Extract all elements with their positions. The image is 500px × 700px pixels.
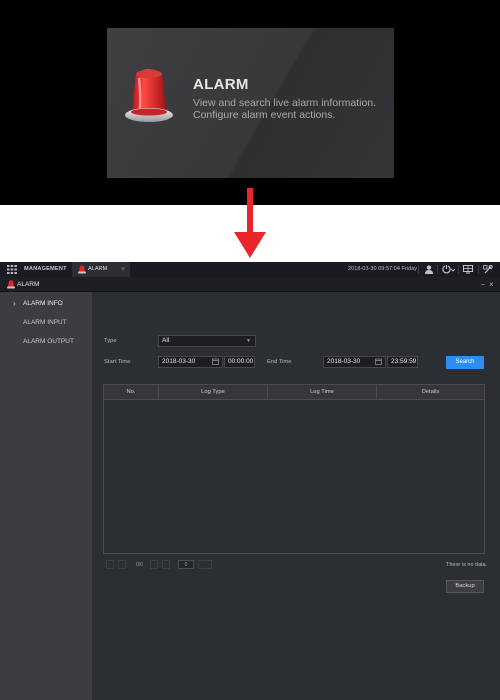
tab-management[interactable]: MANAGEMENT: [24, 262, 67, 277]
datetime-display: 2018-03-30 09:57:04 Friday: [348, 266, 418, 272]
minimize-button[interactable]: –: [481, 277, 485, 292]
settings-icon[interactable]: [483, 265, 493, 274]
next-page-button[interactable]: [150, 560, 158, 569]
tab-bar: MANAGEMENT ALARM × 2018-03-30 09:57:04 F…: [0, 262, 500, 277]
column-header-log-time[interactable]: Log Time: [268, 385, 377, 400]
start-time-label: Start Time: [104, 359, 131, 365]
tab-alarm[interactable]: ALARM ×: [72, 262, 130, 277]
previous-page-button[interactable]: [118, 560, 126, 569]
sidebar-item-alarm-input[interactable]: ALARM INPUT: [0, 313, 92, 332]
chevron-right-icon: ›: [13, 299, 16, 308]
siren-icon: [78, 265, 86, 274]
grid-icon[interactable]: [7, 265, 17, 274]
end-date-value: 2018-03-30: [327, 358, 361, 365]
type-select[interactable]: All ▼: [158, 335, 256, 347]
sidebar-item-label: ALARM OUTPUT: [23, 338, 74, 345]
sidebar-item-alarm-info[interactable]: › ALARM INFO: [0, 294, 92, 313]
sidebar: › ALARM INFO ALARM INPUT ALARM OUTPUT: [0, 292, 92, 700]
last-page-button[interactable]: [162, 560, 170, 569]
page-number-input[interactable]: 0: [178, 560, 194, 569]
log-table: No. Log Type Log Time Details: [103, 384, 485, 554]
siren-icon: [125, 69, 173, 122]
end-date-field[interactable]: 2018-03-30: [323, 356, 386, 368]
close-icon[interactable]: ×: [121, 262, 125, 277]
main-content: Type All ▼ Start Time 2018-03-30 00:00:0…: [92, 292, 500, 700]
tile-title: ALARM: [193, 76, 249, 93]
go-page-button[interactable]: [198, 560, 212, 569]
end-time-label: End Time: [267, 359, 292, 365]
down-arrow-icon: [234, 188, 266, 258]
alarm-tile[interactable]: ALARM View and search live alarm informa…: [107, 28, 394, 178]
column-header-no[interactable]: No.: [104, 385, 159, 400]
separator: [437, 265, 438, 274]
sidebar-item-label: ALARM INPUT: [23, 319, 67, 326]
app-window: MANAGEMENT ALARM × 2018-03-30 09:57:04 F…: [0, 262, 500, 700]
type-select-value: All: [162, 337, 170, 344]
calendar-icon[interactable]: [375, 358, 382, 365]
chevron-down-icon: ▼: [246, 338, 251, 344]
user-icon[interactable]: [424, 265, 434, 274]
end-time-field[interactable]: 23:59:59: [387, 356, 418, 368]
type-label: Type: [104, 338, 117, 344]
tile-description-line2: Configure alarm event actions.: [193, 109, 336, 121]
tile-description-line1: View and search live alarm information.: [193, 97, 377, 109]
column-header-log-type[interactable]: Log Type: [159, 385, 268, 400]
backup-button[interactable]: Backup: [446, 580, 484, 593]
start-date-value: 2018-03-30: [162, 358, 196, 365]
start-date-field[interactable]: 2018-03-30: [158, 356, 223, 368]
no-data-message: There is no data.: [446, 562, 488, 568]
tab-alarm-label: ALARM: [88, 266, 108, 272]
page-status: 0/0: [136, 562, 143, 568]
sidebar-item-label: ALARM INFO: [23, 300, 63, 307]
table-header: No. Log Type Log Time Details: [104, 385, 484, 400]
separator: [478, 265, 479, 274]
logout-icon[interactable]: [441, 265, 455, 274]
first-page-button[interactable]: [106, 560, 114, 569]
monitor-icon[interactable]: [463, 265, 473, 274]
column-header-details[interactable]: Details: [377, 385, 484, 400]
search-button[interactable]: Search: [446, 356, 484, 369]
window-title-bar: ALARM – ×: [0, 277, 500, 292]
window-title: ALARM: [17, 281, 40, 288]
start-time-field[interactable]: 00:00:00: [224, 356, 255, 368]
separator: [418, 265, 419, 274]
sidebar-item-alarm-output[interactable]: ALARM OUTPUT: [0, 332, 92, 351]
separator: [458, 265, 459, 274]
calendar-icon[interactable]: [212, 358, 219, 365]
siren-icon: [7, 280, 15, 289]
close-button[interactable]: ×: [489, 277, 494, 292]
tile-background: ALARM View and search live alarm informa…: [0, 0, 500, 205]
